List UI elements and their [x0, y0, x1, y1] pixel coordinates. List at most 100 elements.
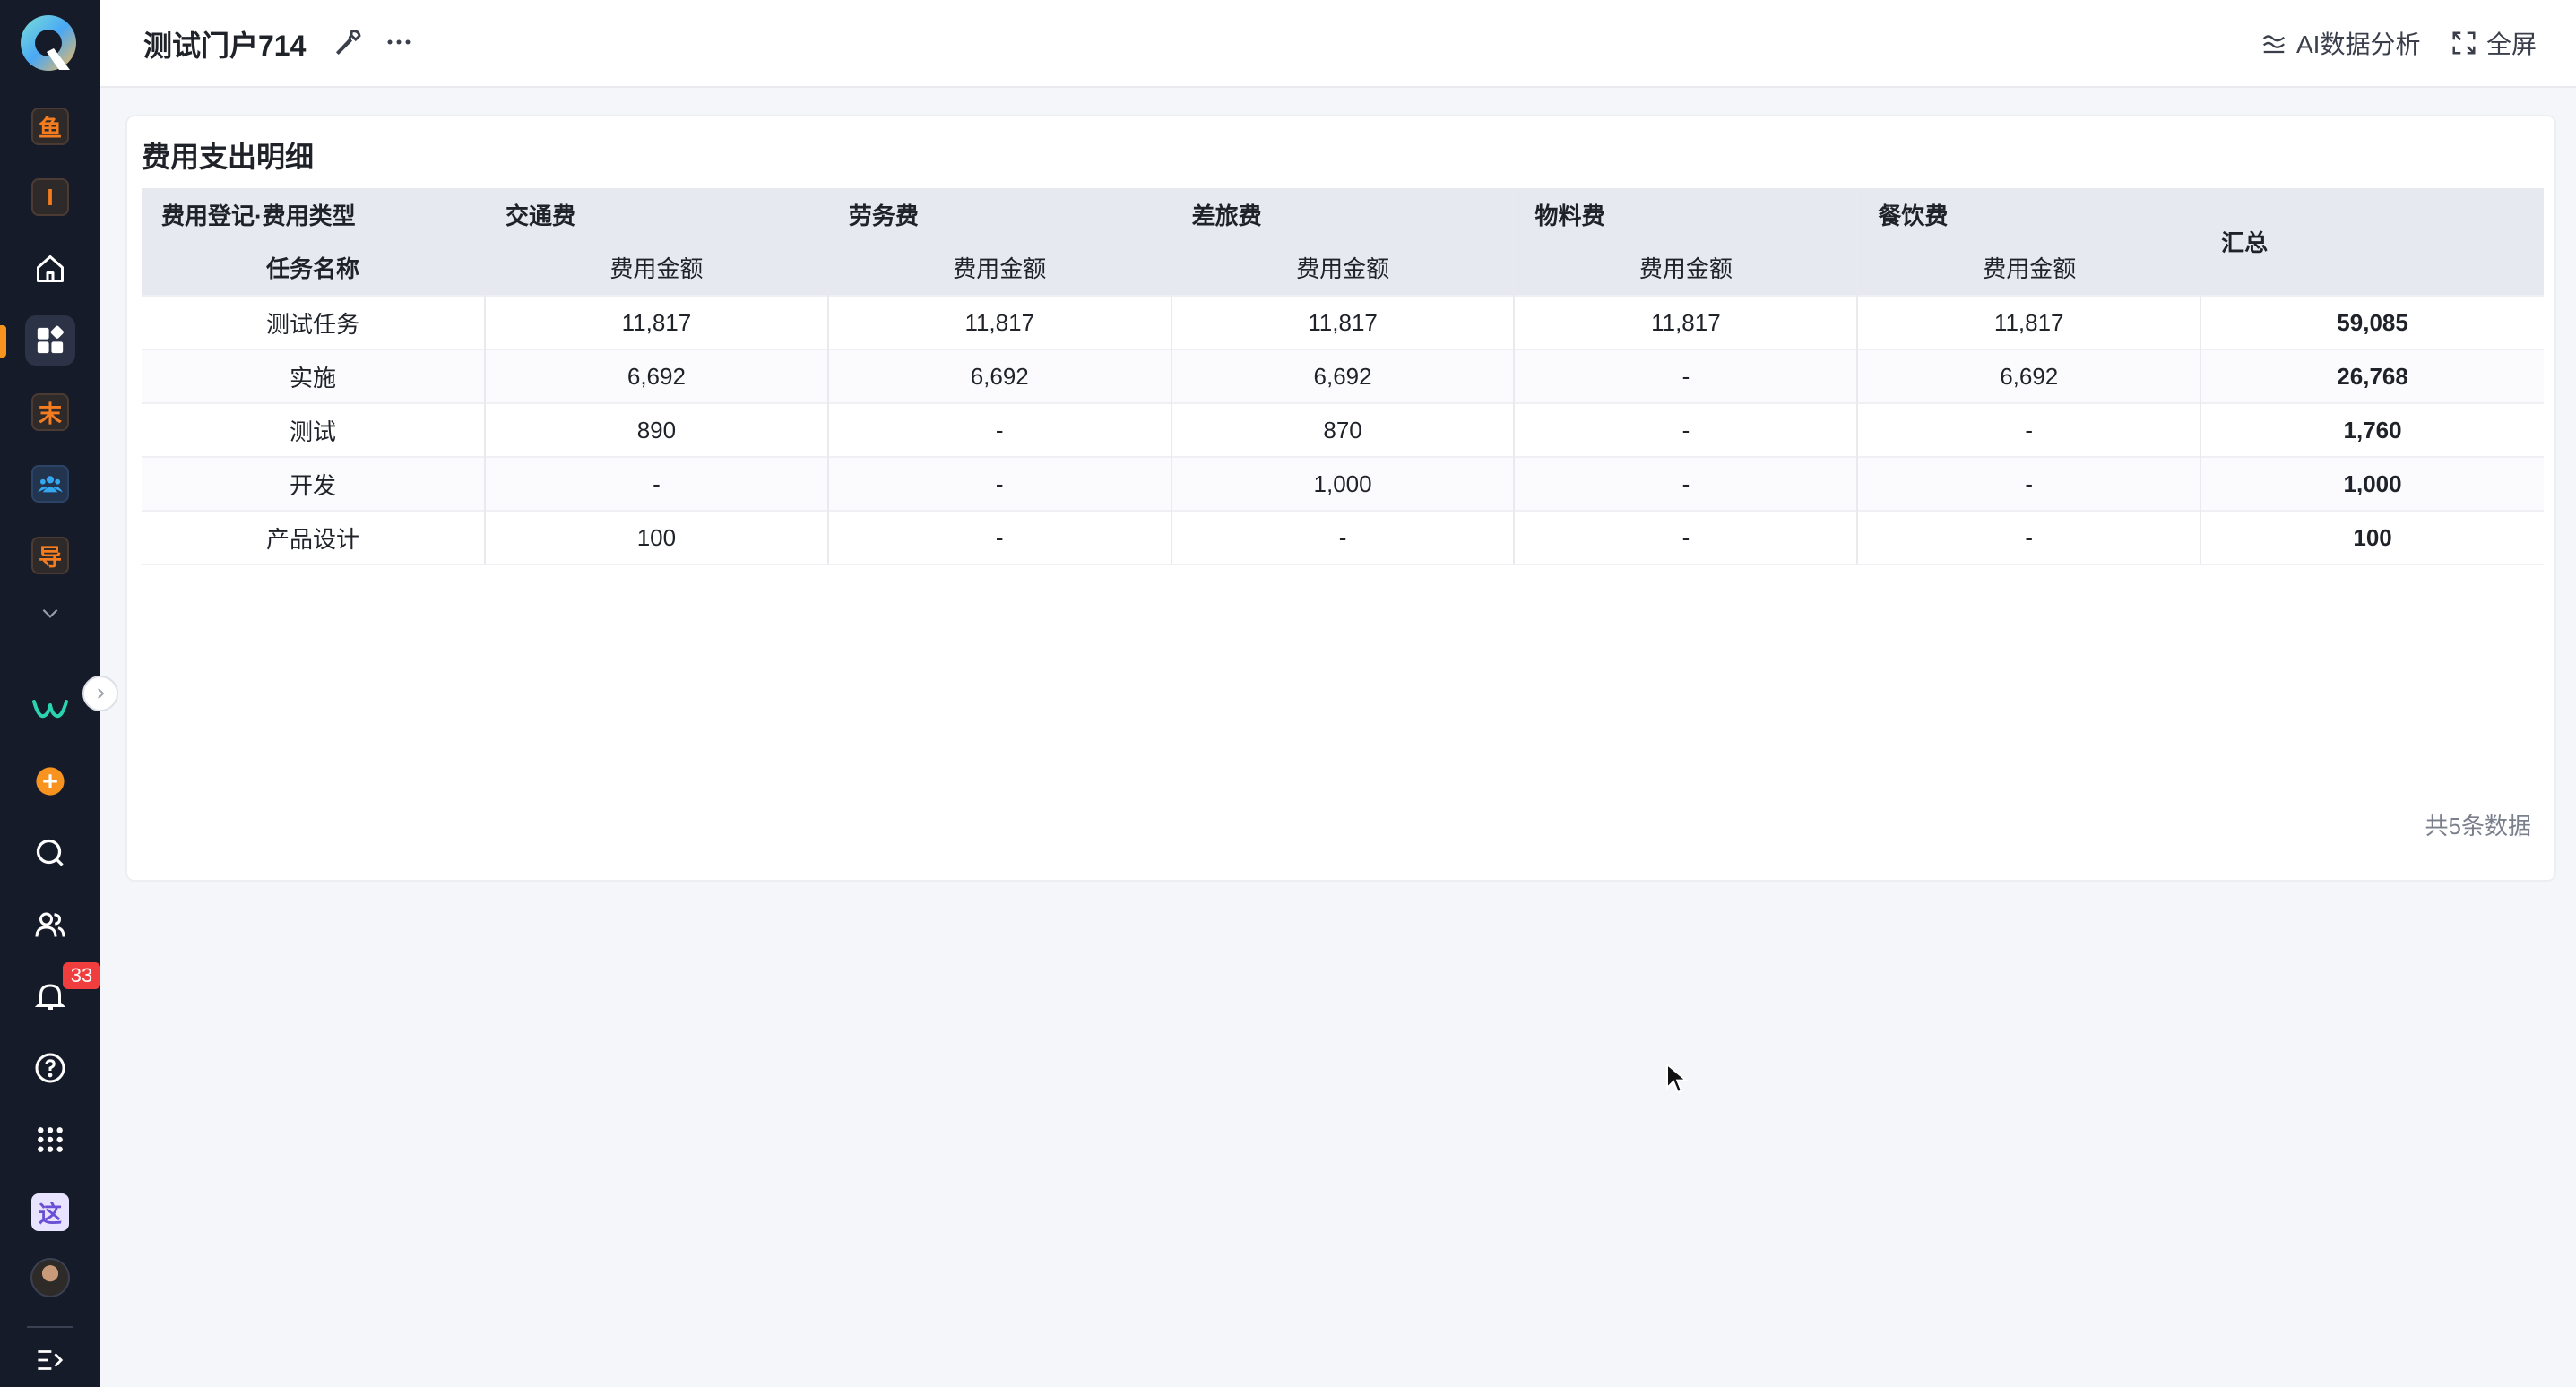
- value-cell: 870: [1171, 402, 1516, 457]
- record-count: 共5条数据: [2425, 813, 2531, 840]
- w-brand-icon: [32, 700, 68, 719]
- page-title: 测试门户714: [143, 30, 307, 62]
- value-cell: -: [1857, 456, 2202, 511]
- sidebar-brand-link[interactable]: [25, 685, 75, 735]
- header-row-groups: 费用登记·费用类型 交通费 劳务费 差旅费 物料费 餐饮费 汇总: [142, 188, 2544, 296]
- app-tile-dao: 导: [31, 537, 69, 574]
- measure-header[interactable]: 费用金额: [1857, 240, 2201, 296]
- notification-badge: 33: [63, 962, 100, 989]
- total-cell: 100: [2200, 510, 2544, 565]
- total-column-header[interactable]: 汇总: [2200, 188, 2544, 296]
- app-tile-zhe: 这: [31, 1193, 69, 1231]
- value-cell: -: [1857, 402, 2202, 457]
- task-name-header[interactable]: 任务名称: [142, 240, 486, 296]
- sidebar-create[interactable]: [25, 756, 75, 806]
- app-tile-yu: 鱼: [31, 108, 69, 145]
- value-cell: 6,692: [485, 349, 829, 403]
- sidebar-app-i[interactable]: I: [25, 172, 75, 222]
- value-cell: -: [1171, 510, 1516, 565]
- value-cell: 11,817: [1171, 295, 1516, 349]
- total-cell: 26,768: [2200, 349, 2544, 403]
- report-title: 费用支出明细: [142, 141, 315, 173]
- value-cell: -: [1514, 510, 1859, 565]
- sidebar-expand-button[interactable]: [82, 676, 118, 711]
- mouse-cursor-icon: [1666, 1063, 1689, 1094]
- active-indicator: [0, 325, 6, 358]
- value-cell: 6,692: [1171, 349, 1516, 403]
- help-icon: [35, 1053, 65, 1083]
- table-row: 测试 890 - 870 - - 1,760: [142, 402, 2544, 457]
- sidebar-home[interactable]: [25, 244, 75, 294]
- value-cell: -: [827, 510, 1172, 565]
- expense-report-card: 费用支出明细 费用登记·费用类型 交通费 劳务费 差旅费 物料费 餐饮费 汇总 …: [125, 115, 2556, 882]
- measure-header[interactable]: 费用金额: [485, 240, 829, 296]
- search-icon: [36, 839, 64, 866]
- sidebar-collapse[interactable]: [25, 1335, 75, 1385]
- fullscreen-button[interactable]: 全屏: [2451, 25, 2537, 61]
- total-cell: 59,085: [2200, 295, 2544, 349]
- plus-circle-icon: [36, 767, 65, 796]
- total-cell: 1,760: [2200, 402, 2544, 457]
- value-cell: -: [827, 402, 1172, 457]
- sidebar-app-grid[interactable]: [25, 1115, 75, 1165]
- column-group-header[interactable]: 物料费: [1514, 188, 1859, 240]
- dashboard-icon: [37, 325, 64, 354]
- total-cell: 1,000: [2200, 456, 2544, 511]
- value-cell: 100: [485, 510, 829, 565]
- table-row: 测试任务 11,817 11,817 11,817 11,817 11,817 …: [142, 295, 2544, 349]
- measure-header[interactable]: 费用金额: [827, 240, 1172, 296]
- table-row: 开发 - - 1,000 - - 1,000: [142, 456, 2544, 511]
- sidebar-contacts[interactable]: [25, 900, 75, 950]
- sidebar-app-dao[interactable]: 导: [25, 530, 75, 581]
- column-group-header[interactable]: 交通费: [485, 188, 829, 240]
- task-name-cell: 开发: [142, 456, 486, 511]
- more-icon[interactable]: [384, 29, 414, 56]
- avatar[interactable]: [30, 1258, 70, 1297]
- task-name-cell: 实施: [142, 349, 486, 403]
- chevron-right-icon: [98, 688, 105, 699]
- q-logo-icon[interactable]: [20, 13, 79, 77]
- column-group-header[interactable]: 餐饮费: [1857, 188, 2202, 240]
- value-cell: -: [827, 456, 1172, 511]
- wrench-icon[interactable]: [333, 27, 364, 57]
- app-tile-i: I: [31, 178, 69, 216]
- value-cell: -: [485, 456, 829, 511]
- value-cell: 1,000: [1171, 456, 1516, 511]
- value-cell: -: [1514, 456, 1859, 511]
- ai-analysis-button[interactable]: AI数据分析: [2260, 25, 2420, 61]
- measure-header[interactable]: 费用金额: [1171, 240, 1516, 296]
- row-dimension-label: 费用登记·费用类型: [142, 188, 486, 240]
- value-cell: 11,817: [1514, 295, 1859, 349]
- chevron-down-icon: [42, 608, 58, 618]
- sidebar-more-apps[interactable]: [25, 588, 75, 638]
- column-group-header[interactable]: 劳务费: [827, 188, 1172, 240]
- value-cell: 11,817: [485, 295, 829, 349]
- value-cell: 6,692: [1857, 349, 2202, 403]
- table-row: 产品设计 100 - - - - 100: [142, 510, 2544, 565]
- sidebar-portal[interactable]: [25, 315, 75, 366]
- sidebar-app-zhe[interactable]: 这: [25, 1187, 75, 1237]
- value-cell: -: [1514, 402, 1859, 457]
- app-tile-mo: 末: [31, 393, 69, 431]
- bell-icon: [34, 984, 66, 1010]
- sidebar-app-mo[interactable]: 末: [25, 387, 75, 437]
- sidebar-app-yu[interactable]: 鱼: [25, 101, 75, 151]
- value-cell: 11,817: [827, 295, 1172, 349]
- sidebar-help[interactable]: [25, 1043, 75, 1093]
- pivot-table: 费用登记·费用类型 交通费 劳务费 差旅费 物料费 餐饮费 汇总 任务名称 费用…: [142, 188, 2544, 565]
- grid-icon: [38, 1127, 63, 1152]
- task-name-cell: 测试任务: [142, 295, 486, 349]
- value-cell: -: [1514, 349, 1859, 403]
- home-icon: [37, 255, 64, 282]
- measure-header[interactable]: 费用金额: [1514, 240, 1859, 296]
- ai-analysis-label: AI数据分析: [2296, 30, 2421, 58]
- trend-wave-icon: [2262, 35, 2285, 54]
- value-cell: 11,817: [1857, 295, 2202, 349]
- sidebar-search[interactable]: [25, 828, 75, 878]
- table-row: 实施 6,692 6,692 6,692 - 6,692 26,768: [142, 349, 2544, 403]
- sidebar-divider: [27, 1326, 73, 1328]
- sidebar-app-team[interactable]: [25, 459, 75, 509]
- users-icon: [35, 912, 65, 937]
- task-name-cell: 产品设计: [142, 510, 486, 565]
- column-group-header[interactable]: 差旅费: [1171, 188, 1516, 240]
